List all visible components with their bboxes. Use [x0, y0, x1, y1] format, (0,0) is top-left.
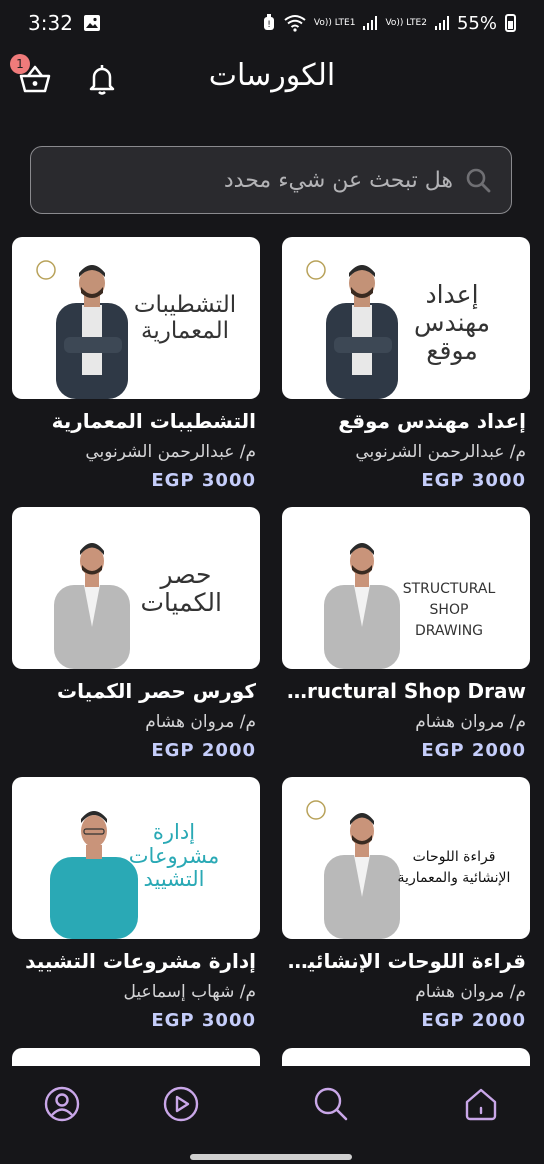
course-instructor: م/ مروان هشام	[145, 712, 256, 732]
course-instructor: م/ عبدالرحمن الشرنوبي	[355, 442, 526, 462]
course-title: التشطيبات المعمارية	[51, 409, 256, 433]
course-instructor: م/ مروان هشام	[415, 712, 526, 732]
thumbnail-caption: التشطيبات المعمارية	[133, 292, 237, 344]
search-icon	[314, 1087, 348, 1121]
profile-icon	[44, 1086, 80, 1122]
course-thumbnail: إعداد مهندس موقع	[282, 237, 530, 399]
wifi-icon	[284, 15, 306, 32]
course-instructor: م/ عبدالرحمن الشرنوبي	[85, 442, 256, 462]
thumbnail-caption: حصر الكميات	[140, 560, 222, 617]
status-time: 3:32	[28, 11, 73, 35]
nav-profile-button[interactable]	[44, 1086, 80, 1122]
carrier-1-label: Vo)) LTE1	[313, 17, 356, 28]
carrier-2-label: Vo)) LTE2	[385, 17, 427, 28]
battery-icon	[505, 14, 516, 32]
status-bar: 3:32 ! Vo)) LTE1 Vo)) LTE2 55%	[0, 0, 544, 46]
play-icon	[163, 1086, 199, 1122]
search-placeholder: هل تبحث عن شيء محدد	[223, 167, 453, 193]
course-card[interactable]: إدارة مشروعات التشييد إدارة مشروعات التش…	[12, 777, 260, 1031]
svg-text:!: !	[267, 20, 271, 30]
course-title: قراءة اللوحات الإنشائية ...	[282, 949, 526, 973]
app-header: 1 الكورسات	[0, 46, 544, 112]
thumbnail-caption: قراءة اللوحات الإنشائية والمعمارية	[397, 849, 511, 886]
course-thumbnail: قراءة اللوحات الإنشائية والمعمارية	[282, 777, 530, 939]
signal-1-icon	[363, 16, 378, 30]
course-instructor: م/ مروان هشام	[415, 982, 526, 1002]
thumbnail-caption: STRUCTURAL SHOP DRAWING	[402, 581, 496, 639]
nav-home-button[interactable]	[463, 1086, 499, 1122]
course-thumbnail: STRUCTURAL SHOP DRAWING	[282, 507, 530, 669]
course-price: EGP 3000	[151, 1010, 256, 1031]
course-price: EGP 2000	[151, 740, 256, 761]
search-input[interactable]: هل تبحث عن شيء محدد	[30, 146, 512, 214]
instructor-photo	[54, 543, 130, 669]
course-card[interactable]: قراءة اللوحات الإنشائية والمعمارية قراءة…	[282, 777, 530, 1031]
course-title: إدارة مشروعات التشييد	[25, 949, 256, 973]
home-icon	[465, 1088, 497, 1121]
course-thumbnail: إدارة مشروعات التشييد	[12, 777, 260, 939]
course-price: EGP 3000	[151, 470, 256, 491]
course-card[interactable]: حصر الكميات كورس حصر الكميات م/ مروان هش…	[12, 507, 260, 761]
search-icon	[466, 168, 491, 193]
nav-videos-button[interactable]	[163, 1086, 199, 1122]
course-card[interactable]: STRUCTURAL SHOP DRAWING Structural Shop …	[282, 507, 530, 761]
course-thumbnail: حصر الكميات	[12, 507, 260, 669]
thumbnail-caption: إعداد مهندس موقع	[413, 280, 491, 365]
course-price: EGP 2000	[421, 740, 526, 761]
course-title: إعداد مهندس موقع	[338, 409, 526, 433]
course-card[interactable]: التشطيبات المعمارية التشطيبات المعمارية …	[12, 237, 260, 491]
nav-search-button[interactable]	[313, 1086, 349, 1122]
course-card[interactable]: إعداد مهندس موقع إعداد مهندس موقع م/ عبد…	[282, 237, 530, 491]
course-thumbnail: التشطيبات المعمارية	[12, 237, 260, 399]
bottom-navigation	[0, 1066, 544, 1164]
battery-percent: 55%	[456, 12, 497, 34]
page-title: الكورسات	[208, 58, 336, 93]
course-title: كورس حصر الكميات	[57, 679, 256, 703]
signal-2-icon	[434, 16, 449, 30]
alarm-icon: !	[263, 14, 274, 30]
course-instructor: م/ شهاب إسماعيل	[123, 982, 256, 1002]
thumbnail-caption: إدارة مشروعات التشييد	[128, 820, 220, 892]
course-title: Structural Shop Draw...	[282, 679, 526, 703]
gallery-icon	[83, 15, 100, 31]
home-indicator[interactable]	[190, 1154, 352, 1160]
course-price: EGP 2000	[421, 1010, 526, 1031]
course-price: EGP 3000	[421, 470, 526, 491]
